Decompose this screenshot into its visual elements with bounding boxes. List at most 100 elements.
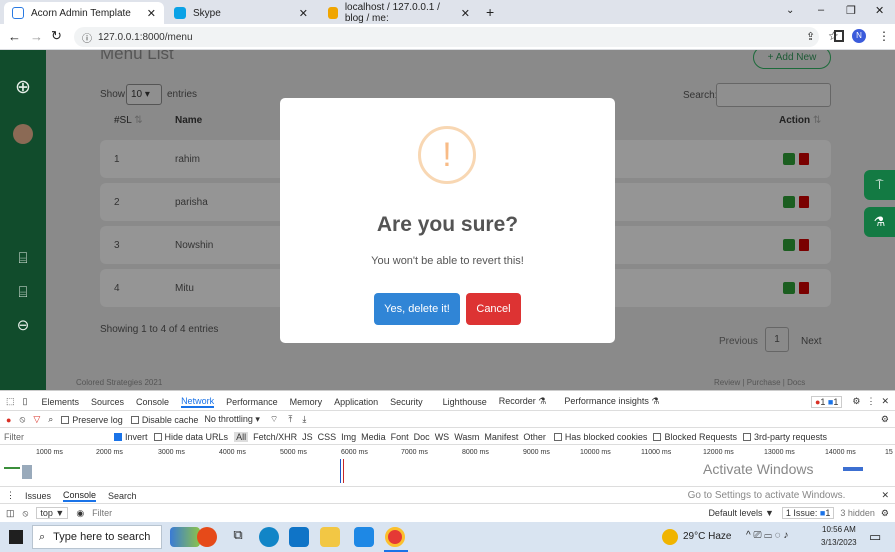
network-filter-input[interactable]: Filter: [4, 432, 114, 442]
third-party-checkbox[interactable]: [742, 432, 751, 441]
network-settings-icon[interactable]: ⚙: [881, 414, 889, 425]
side-panel-icon[interactable]: [834, 30, 844, 42]
edit-icon[interactable]: [783, 153, 795, 165]
profile-avatar[interactable]: N: [852, 29, 866, 43]
tab-recorder[interactable]: Recorder ⚗: [499, 396, 547, 407]
col-header-action[interactable]: Action ⇅: [779, 115, 821, 126]
filter-media[interactable]: Media: [361, 432, 386, 442]
maximize-button[interactable]: ❐: [846, 4, 856, 17]
footer-links[interactable]: Review | Purchase | Docs: [714, 378, 805, 387]
clock-time[interactable]: 10:56 AM: [822, 525, 856, 534]
drawer-menu-icon[interactable]: ⋮: [6, 490, 15, 501]
tab-performance[interactable]: Performance: [226, 397, 278, 407]
filter-manifest[interactable]: Manifest: [484, 432, 518, 442]
filter-css[interactable]: CSS: [318, 432, 337, 442]
clock-date[interactable]: 3/13/2023: [821, 538, 857, 547]
cancel-button[interactable]: Cancel: [466, 293, 521, 325]
pagination-previous[interactable]: Previous: [719, 336, 758, 347]
record-icon[interactable]: ●: [6, 415, 11, 425]
network-overview-timeline[interactable]: 1000 ms 2000 ms 3000 ms 4000 ms 5000 ms …: [0, 447, 895, 487]
filter-fetch-xhr[interactable]: Fetch/XHR: [253, 432, 297, 442]
blocked-cookies-checkbox[interactable]: [553, 432, 562, 441]
forward-icon[interactable]: →: [30, 29, 43, 44]
device-toggle-icon[interactable]: ▯: [23, 396, 28, 407]
system-tray-icons[interactable]: ^ ⎚ ▭ ◌ ♪: [746, 530, 788, 541]
download-icon[interactable]: ⤓: [302, 414, 306, 425]
entries-select[interactable]: 10 ▾: [126, 84, 162, 105]
tab-elements[interactable]: Elements: [41, 397, 79, 407]
filter-doc[interactable]: Doc: [414, 432, 430, 442]
chrome-icon[interactable]: [385, 527, 405, 547]
devtools-close-icon[interactable]: ✕: [881, 396, 889, 407]
preserve-log-checkbox[interactable]: [61, 415, 70, 424]
col-header-name[interactable]: Name: [175, 115, 202, 126]
settings-panel-toggle[interactable]: ⍑: [864, 170, 895, 200]
clear-icon[interactable]: ⦸: [19, 414, 25, 425]
tab-lighthouse[interactable]: Lighthouse: [443, 397, 487, 407]
drawer-tab-search[interactable]: Search: [108, 491, 137, 501]
tab-memory[interactable]: Memory: [290, 397, 323, 407]
vscode-icon[interactable]: [354, 527, 374, 547]
tab-application[interactable]: Application: [334, 397, 378, 407]
nav-icon-1[interactable]: ⌸: [12, 248, 34, 270]
pagination-next[interactable]: Next: [801, 336, 822, 347]
filter-wasm[interactable]: Wasm: [454, 432, 479, 442]
invert-checkbox[interactable]: [114, 432, 122, 441]
drawer-close-icon[interactable]: ✕: [881, 490, 889, 501]
acorn-logo-icon[interactable]: ⊕: [12, 77, 34, 99]
delete-icon[interactable]: [799, 239, 809, 251]
file-explorer-icon[interactable]: [320, 527, 340, 547]
console-clear-icon[interactable]: ⦸: [23, 508, 29, 519]
upload-icon[interactable]: ⤒: [288, 414, 292, 425]
minimize-button[interactable]: –: [818, 4, 824, 16]
tab-console[interactable]: Console: [136, 397, 169, 407]
back-icon[interactable]: ←: [8, 29, 21, 44]
devtools-settings-icon[interactable]: ⚙: [852, 396, 860, 407]
close-tab-icon[interactable]: ✕: [299, 7, 308, 20]
console-settings-icon[interactable]: ⚙: [881, 508, 889, 519]
search-input[interactable]: [716, 83, 831, 107]
delete-icon[interactable]: [799, 282, 809, 294]
tab-skype[interactable]: Skype ✕: [166, 2, 316, 24]
error-counter[interactable]: ●1 ■1: [810, 395, 843, 408]
user-avatar[interactable]: [13, 124, 33, 144]
issues-counter[interactable]: 1 Issue: ■1: [781, 507, 835, 519]
delete-icon[interactable]: [799, 196, 809, 208]
basketball-app-icon[interactable]: [197, 527, 217, 547]
hide-data-urls-checkbox[interactable]: [153, 432, 162, 441]
task-view-icon[interactable]: ⧉: [228, 527, 248, 547]
devtools-more-icon[interactable]: ⋮: [866, 396, 875, 407]
edit-icon[interactable]: [783, 282, 795, 294]
inspect-icon[interactable]: ⬚: [6, 396, 15, 407]
windows-start-icon[interactable]: [9, 530, 23, 544]
edge-icon[interactable]: [259, 527, 279, 547]
share-icon[interactable]: ⇪: [806, 30, 815, 43]
filter-all[interactable]: All: [234, 431, 249, 442]
niches-panel-toggle[interactable]: ⚗: [864, 207, 895, 237]
close-tab-icon[interactable]: ✕: [461, 7, 470, 20]
console-sidebar-icon[interactable]: ◫: [6, 508, 15, 519]
search-icon[interactable]: ⌕: [48, 414, 53, 425]
throttling-select[interactable]: No throttling ▾: [204, 414, 260, 425]
filter-img[interactable]: Img: [341, 432, 356, 442]
pagination-page-1[interactable]: 1: [765, 327, 789, 352]
context-select[interactable]: top ▼: [36, 507, 69, 519]
drawer-tab-console[interactable]: Console: [63, 490, 97, 502]
widgets-icon[interactable]: [170, 527, 200, 547]
console-filter-input[interactable]: Filter: [92, 508, 112, 518]
tab-sources[interactable]: Sources: [91, 397, 124, 407]
store-icon[interactable]: [289, 527, 309, 547]
filter-js[interactable]: JS: [302, 432, 313, 442]
tab-security[interactable]: Security: [390, 397, 423, 407]
menu-kebab-icon[interactable]: ⋮: [878, 29, 890, 43]
nav-icon-2[interactable]: ⌸: [12, 282, 34, 304]
col-header-sl[interactable]: #SL ⇅: [114, 115, 143, 126]
tab-phpmyadmin[interactable]: localhost / 127.0.0.1 / blog / me: ✕: [320, 2, 478, 24]
live-expression-eye-icon[interactable]: ◉: [76, 508, 84, 519]
wifi-icon[interactable]: ⌔: [270, 414, 278, 425]
close-tab-icon[interactable]: ✕: [147, 7, 156, 20]
edit-icon[interactable]: [783, 196, 795, 208]
filter-icon[interactable]: ▽: [33, 414, 40, 425]
tab-search-icon[interactable]: ⌄: [786, 5, 794, 16]
close-window-button[interactable]: ✕: [875, 4, 884, 17]
